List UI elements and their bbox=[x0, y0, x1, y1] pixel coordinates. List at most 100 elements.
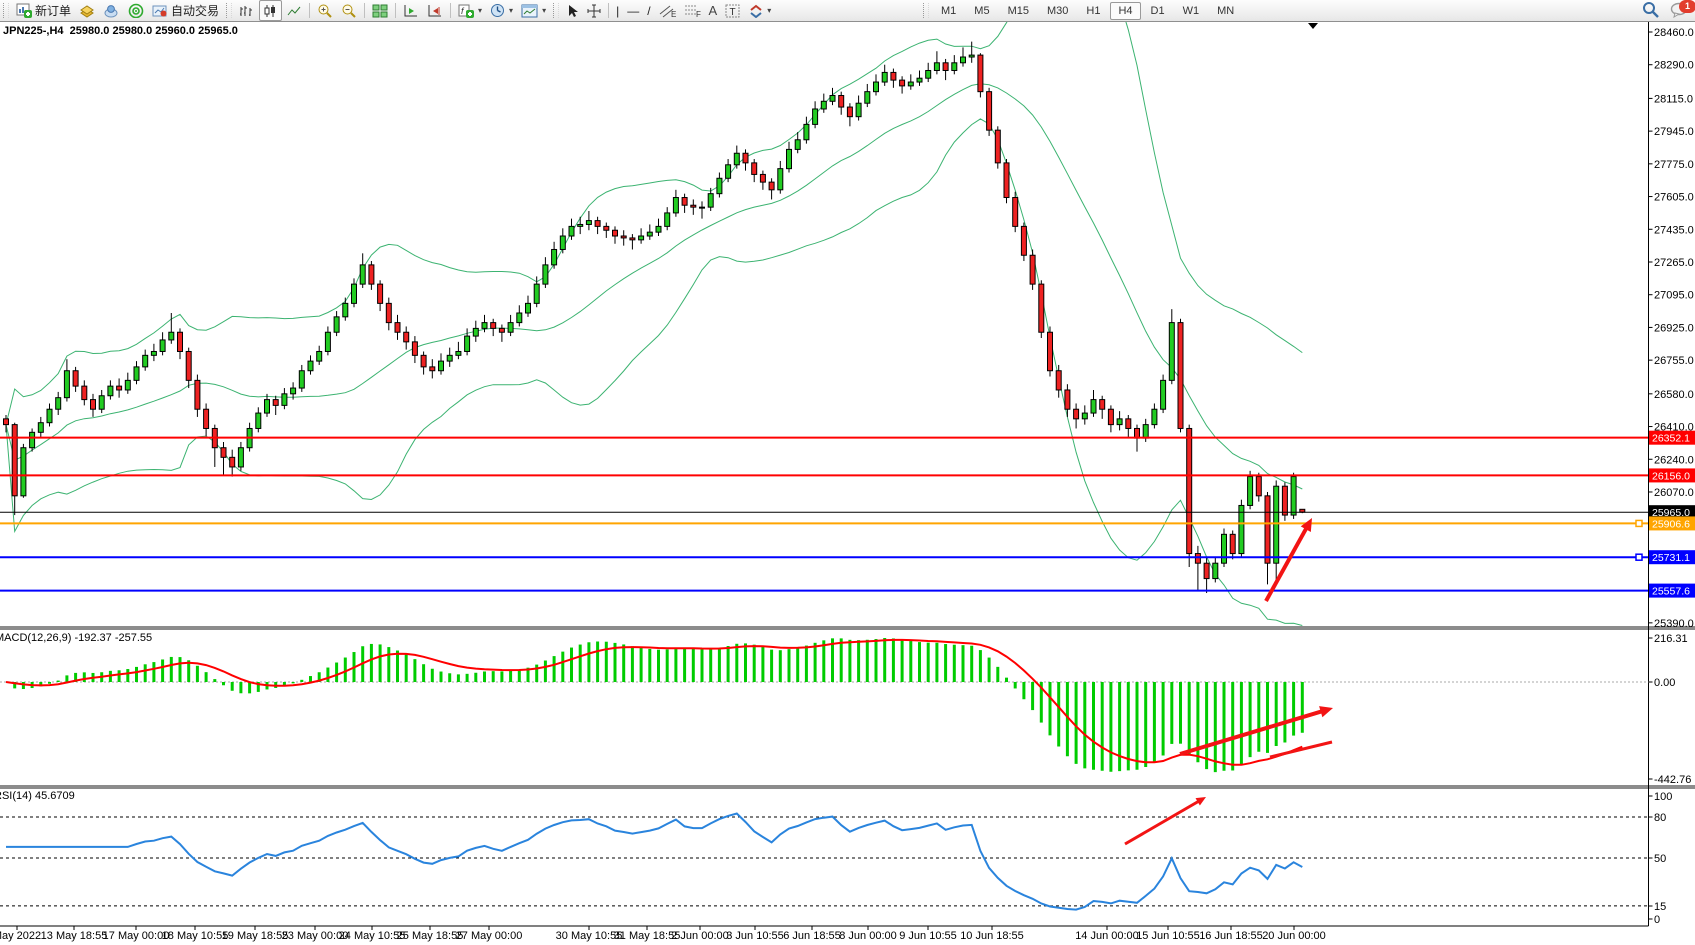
trendline-tool-button[interactable]: / bbox=[644, 1, 653, 20]
equidistant-channel-icon: E bbox=[659, 4, 676, 18]
svg-text:27945.0: 27945.0 bbox=[1654, 126, 1694, 138]
arrows-dropdown-caret[interactable]: ▾ bbox=[767, 6, 771, 15]
svg-text:28460.0: 28460.0 bbox=[1654, 27, 1694, 39]
zoom-out-icon bbox=[341, 3, 357, 18]
timeframe-d1[interactable]: D1 bbox=[1143, 2, 1173, 20]
svg-text:26580.0: 26580.0 bbox=[1654, 389, 1694, 401]
candlestick-icon bbox=[263, 4, 278, 18]
new-order-button[interactable]: 新订单 bbox=[13, 1, 74, 20]
timeframe-h4[interactable]: H4 bbox=[1110, 2, 1140, 20]
toolbar-separator bbox=[395, 3, 396, 18]
svg-text:0: 0 bbox=[1654, 914, 1660, 926]
svg-text:25731.1: 25731.1 bbox=[1652, 552, 1690, 564]
svg-text:20 Jun 00:00: 20 Jun 00:00 bbox=[1262, 930, 1326, 942]
chart-shift-icon bbox=[427, 4, 443, 18]
svg-text:13 May 18:55: 13 May 18:55 bbox=[41, 930, 108, 942]
toolbar-drag-handle[interactable] bbox=[3, 3, 9, 18]
notification-badge[interactable]: 1 bbox=[1679, 0, 1695, 13]
svg-text:27435.0: 27435.0 bbox=[1654, 224, 1694, 236]
clock-icon bbox=[490, 3, 505, 18]
toolbar-separator bbox=[450, 3, 451, 18]
svg-text:26156.0: 26156.0 bbox=[1652, 470, 1690, 482]
zoom-out-button[interactable] bbox=[338, 1, 360, 20]
auto-scroll-button[interactable] bbox=[400, 1, 422, 20]
application-window: 新订单 bbox=[0, 0, 1695, 945]
data-window-icon bbox=[103, 3, 120, 18]
text-label-tool-button[interactable]: T bbox=[722, 1, 744, 20]
svg-text:9 Jun 10:55: 9 Jun 10:55 bbox=[899, 930, 957, 942]
svg-text:May 2022: May 2022 bbox=[0, 930, 41, 942]
candlestick-mode-button[interactable] bbox=[259, 0, 282, 21]
chart-canvas[interactable]: 28460.028290.028115.027945.027775.027605… bbox=[0, 0, 1695, 945]
signals-button[interactable] bbox=[125, 1, 147, 20]
channel-tool-button[interactable]: E bbox=[656, 1, 679, 20]
periods-button[interactable]: ▾ bbox=[487, 1, 516, 20]
periods-dropdown-caret[interactable]: ▾ bbox=[509, 6, 513, 15]
toolbar-drag-handle[interactable] bbox=[226, 3, 232, 18]
svg-text:100: 100 bbox=[1654, 791, 1672, 803]
tile-windows-icon bbox=[372, 4, 388, 18]
macd-indicator-label: MACD(12,26,9) -192.37 -257.55 bbox=[0, 632, 152, 644]
toolbar-drag-handle[interactable] bbox=[923, 3, 929, 18]
tile-windows-button[interactable] bbox=[369, 1, 391, 20]
text-tool-icon: A bbox=[709, 5, 718, 17]
svg-text:26070.0: 26070.0 bbox=[1654, 487, 1694, 499]
cursor-tool-button[interactable] bbox=[563, 1, 582, 20]
svg-text:F: F bbox=[696, 10, 701, 18]
svg-text:25390.0: 25390.0 bbox=[1654, 618, 1694, 630]
toolbar-drag-handle[interactable] bbox=[553, 3, 559, 18]
timeframe-m30[interactable]: M30 bbox=[1039, 2, 1076, 20]
toolbar-separator bbox=[309, 3, 310, 18]
timeframe-m15[interactable]: M15 bbox=[1000, 2, 1037, 20]
indicators-button[interactable]: f ▾ bbox=[455, 1, 485, 20]
svg-text:-442.76: -442.76 bbox=[1654, 774, 1691, 786]
indicators-dropdown-caret[interactable]: ▾ bbox=[478, 6, 482, 15]
new-order-label: 新订单 bbox=[35, 2, 71, 19]
timeframe-w1[interactable]: W1 bbox=[1175, 2, 1208, 20]
svg-text:30 May 10:55: 30 May 10:55 bbox=[556, 930, 623, 942]
market-watch-icon bbox=[79, 4, 95, 18]
notifications-button[interactable]: 1 bbox=[1670, 1, 1689, 21]
timeframe-h1[interactable]: H1 bbox=[1078, 2, 1108, 20]
text-tool-button[interactable]: A bbox=[706, 1, 721, 20]
zoom-in-button[interactable] bbox=[314, 1, 336, 20]
timeframe-mn[interactable]: MN bbox=[1209, 2, 1242, 20]
timeframe-m5[interactable]: M5 bbox=[966, 2, 997, 20]
crosshair-tool-button[interactable] bbox=[584, 1, 604, 20]
bar-chart-icon bbox=[239, 4, 254, 18]
vertical-line-tool-button[interactable]: | bbox=[613, 1, 622, 20]
svg-text:24 May 10:55: 24 May 10:55 bbox=[339, 930, 406, 942]
svg-text:3 Jun 10:55: 3 Jun 10:55 bbox=[726, 930, 784, 942]
auto-trading-button[interactable]: 自动交易 bbox=[149, 1, 222, 20]
svg-text:25906.6: 25906.6 bbox=[1652, 518, 1690, 530]
data-window-button[interactable] bbox=[100, 1, 123, 20]
svg-text:27605.0: 27605.0 bbox=[1654, 192, 1694, 204]
market-watch-button[interactable] bbox=[76, 1, 98, 20]
svg-text:26755.0: 26755.0 bbox=[1654, 355, 1694, 367]
fibonacci-icon: F bbox=[684, 4, 701, 18]
svg-text:18 May 10:55: 18 May 10:55 bbox=[162, 930, 229, 942]
svg-text:27265.0: 27265.0 bbox=[1654, 257, 1694, 269]
bar-chart-mode-button[interactable] bbox=[236, 1, 257, 20]
fibonacci-tool-button[interactable]: F bbox=[681, 1, 704, 20]
chart-shift-button[interactable] bbox=[424, 1, 446, 20]
horizontal-line-tool-button[interactable]: — bbox=[624, 1, 642, 20]
svg-text:25 May 18:55: 25 May 18:55 bbox=[397, 930, 464, 942]
svg-text:0.00: 0.00 bbox=[1654, 677, 1675, 689]
svg-text:50: 50 bbox=[1654, 853, 1666, 865]
toolbar-right-group: 1 bbox=[1642, 0, 1689, 21]
svg-text:28290.0: 28290.0 bbox=[1654, 60, 1694, 72]
arrows-tool-button[interactable]: ▾ bbox=[746, 1, 774, 20]
chart-ohlc-title: JPN225-,H4 25980.0 25980.0 25960.0 25965… bbox=[3, 25, 238, 37]
line-chart-mode-button[interactable] bbox=[284, 1, 305, 20]
svg-text:216.31: 216.31 bbox=[1654, 633, 1688, 645]
svg-text:14 Jun 00:00: 14 Jun 00:00 bbox=[1075, 930, 1139, 942]
search-button[interactable] bbox=[1642, 1, 1660, 21]
templates-dropdown-caret[interactable]: ▾ bbox=[542, 6, 546, 15]
templates-button[interactable]: ▾ bbox=[518, 1, 549, 20]
zoom-in-icon bbox=[317, 3, 333, 18]
toolbar-separator bbox=[608, 3, 609, 18]
svg-text:16 Jun 18:55: 16 Jun 18:55 bbox=[1199, 930, 1263, 942]
line-chart-icon bbox=[287, 4, 302, 18]
timeframe-m1[interactable]: M1 bbox=[933, 2, 964, 20]
